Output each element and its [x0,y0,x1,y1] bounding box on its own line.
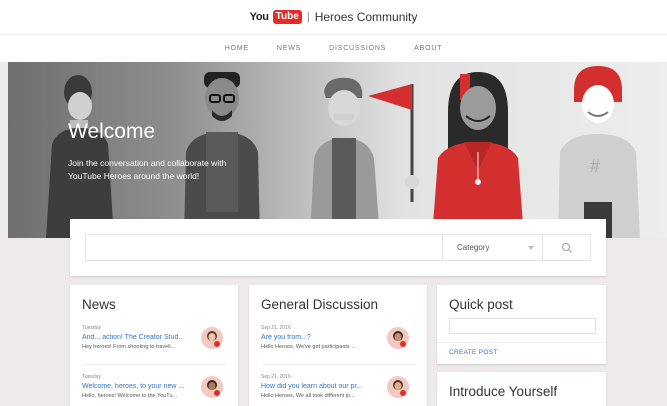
community-title: Heroes Community [314,10,418,24]
hero-title: Welcome [68,120,156,143]
youtube-logo[interactable]: You Tube | Heroes Community [249,10,418,24]
avatar [387,376,409,398]
quick-post-input[interactable] [449,318,596,334]
post-snippet: Hello Heroes, We've got participants ... [261,344,356,350]
chevron-down-icon [528,245,534,250]
post-snippet: Hello Heroes, We all took different jo..… [261,393,355,399]
avatar [201,376,223,398]
avatar-portrait-icon [387,376,409,398]
divider [261,364,415,365]
general-discussion-title: General Discussion [261,297,379,312]
logo-separator: | [306,11,310,23]
avatar-portrait-icon [201,327,223,349]
search-icon [561,242,572,253]
quick-post-card: Quick post CREATE POST [437,285,606,364]
main-nav: HOME NEWS DISCUSSIONS ABOUT [0,34,667,62]
hero-figure-5: # [558,66,640,238]
search-bar: Category [85,234,591,261]
news-title: News [82,297,116,312]
introduce-yourself-card: Introduce Yourself [437,372,606,406]
hero-subtitle: Join the conversation and collaborate wi… [68,158,227,181]
divider [437,342,606,343]
avatar-portrait-icon [201,376,223,398]
nav-discussions[interactable]: DISCUSSIONS [329,45,386,52]
quick-post-title: Quick post [449,297,513,312]
post-title-link[interactable]: Are you from...? [261,334,376,341]
post-snippet: Hey heroes! From shooting to traveli... [82,344,176,350]
search-card: Category [70,219,606,276]
nav-news[interactable]: NEWS [277,45,301,52]
svg-text:#: # [590,156,600,176]
hero-figure-4 [432,72,524,238]
category-select[interactable]: Category [442,235,542,260]
hero-figure-2 [184,72,260,238]
post-snippet: Hello, heroes! Welcome to the YouTu... [82,393,178,399]
category-label: Category [457,243,490,252]
logo-you-text: You [249,11,269,23]
post-title-link[interactable]: How did you learn about our pr... [261,383,376,390]
hero-figure-3 [310,77,419,238]
introduce-yourself-title[interactable]: Introduce Yourself [449,384,557,399]
nav-home[interactable]: HOME [225,45,249,52]
logo-tube-badge: Tube [272,10,302,24]
avatar [387,327,409,349]
news-card: News Tuesday And... action! The Creator … [70,285,238,406]
nav-about[interactable]: ABOUT [414,45,442,52]
divider [82,364,226,365]
post-title-link[interactable]: And... action! The Creator Stud.. [82,334,197,341]
hero-illustration: # [46,66,640,238]
search-input[interactable] [86,235,442,260]
hero-banner: # Welcome Join the conversation and coll… [8,62,667,238]
search-button[interactable] [542,235,590,260]
general-discussion-card: General Discussion Sep 21, 2016 Are you … [249,285,427,406]
avatar [201,327,223,349]
top-header: You Tube | Heroes Community [0,0,667,34]
create-post-button[interactable]: CREATE POST [449,349,498,356]
avatar-portrait-icon [387,327,409,349]
post-title-link[interactable]: Welcome, heroes, to your new ... [82,383,197,390]
